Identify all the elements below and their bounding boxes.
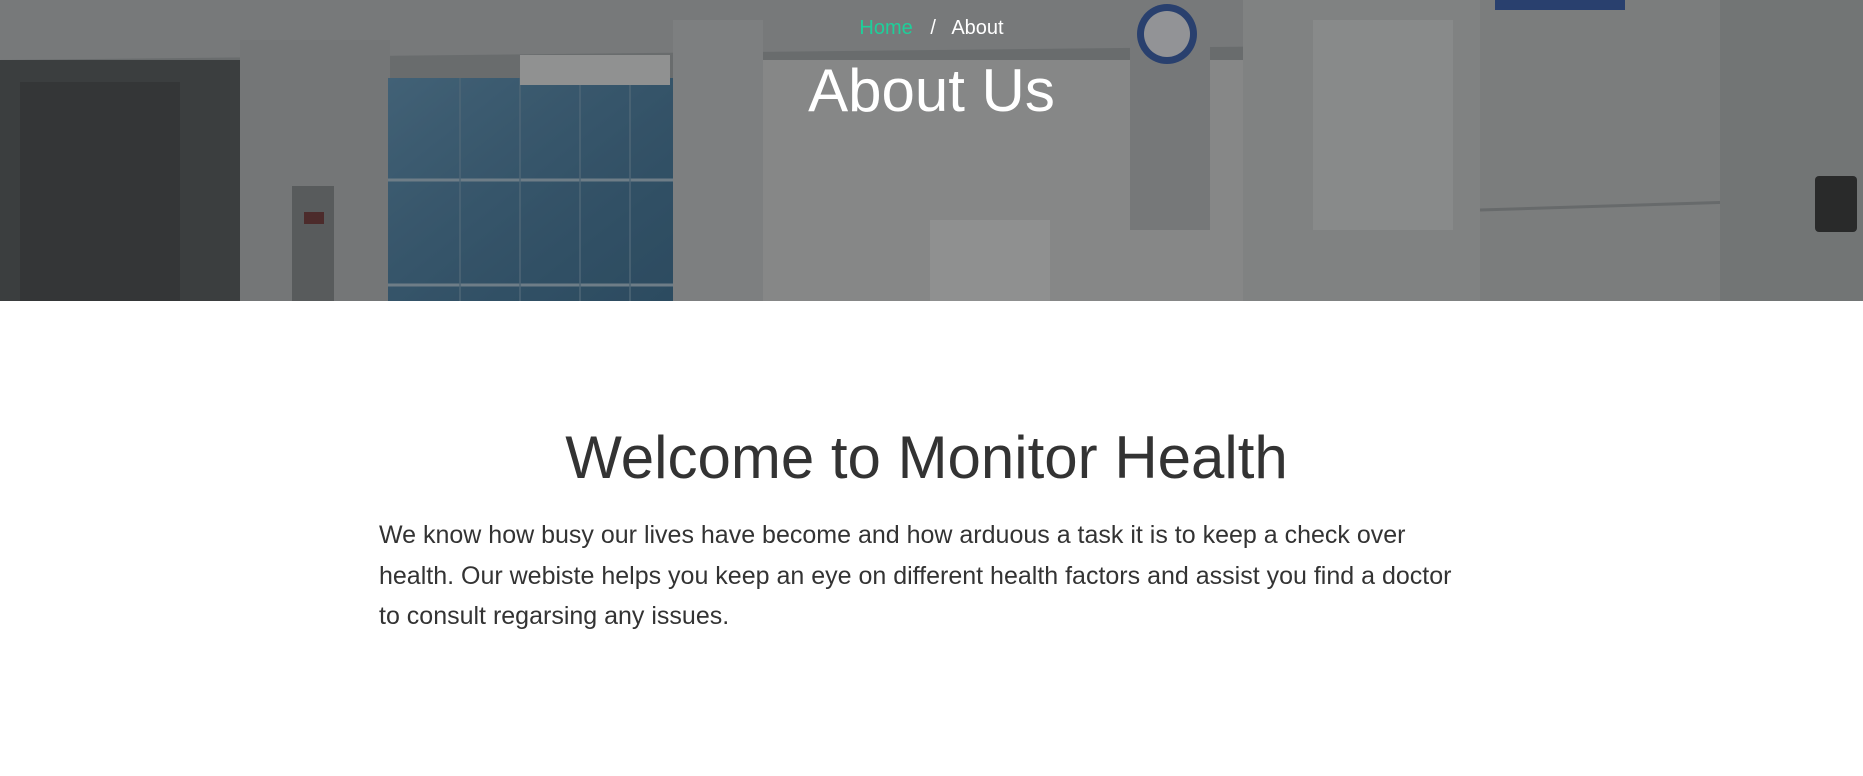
breadcrumb-separator: / [930, 17, 936, 39]
hero-overlay [0, 0, 1863, 301]
breadcrumb-home-link[interactable]: Home [859, 17, 912, 39]
breadcrumb: Home / About [0, 14, 1863, 42]
about-heading: Welcome to Monitor Health [565, 424, 1288, 491]
breadcrumb-current: About [951, 17, 1004, 39]
page-title: About Us [808, 57, 1055, 124]
page-hero: Home / About About Us [0, 0, 1863, 301]
about-description: We know how busy our lives have become a… [379, 521, 1452, 630]
